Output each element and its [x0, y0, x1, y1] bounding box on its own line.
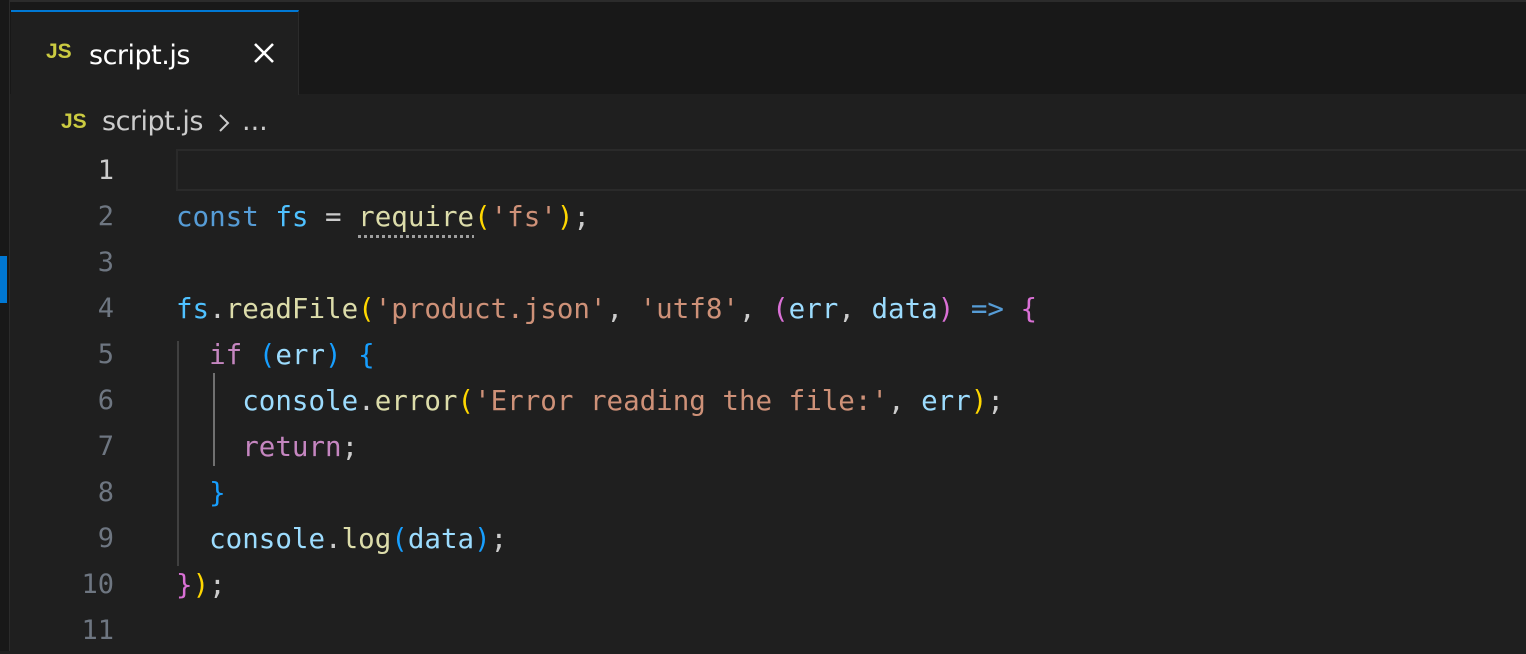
- line-number: 7: [97, 431, 114, 462]
- code-text[interactable]: fs.readFile('product.json', 'utf8', (err…: [176, 286, 1037, 332]
- breadcrumb: JS script.js ...: [0, 100, 1526, 146]
- code-line[interactable]: 5 if (err) {: [0, 332, 1526, 378]
- line-number: 11: [81, 615, 114, 646]
- code-text[interactable]: }: [176, 470, 226, 516]
- code-text[interactable]: return;: [176, 424, 358, 470]
- code-line[interactable]: 9 console.log(data);: [0, 516, 1526, 562]
- line-number: 9: [97, 523, 114, 554]
- line-number: 6: [97, 385, 114, 416]
- line-number: 3: [97, 247, 114, 278]
- code-line[interactable]: 6 console.error('Error reading the file:…: [0, 378, 1526, 424]
- code-text[interactable]: console.log(data);: [176, 516, 507, 562]
- line-number: 10: [81, 569, 114, 600]
- breadcrumb-symbols[interactable]: ...: [242, 106, 268, 137]
- line-number: 2: [97, 201, 114, 232]
- code-line[interactable]: 8 }: [0, 470, 1526, 516]
- code-line[interactable]: 4 fs.readFile('product.json', 'utf8', (e…: [0, 286, 1526, 332]
- tab-script-js[interactable]: JS script.js: [11, 10, 299, 95]
- code-text[interactable]: });: [176, 562, 226, 608]
- code-line[interactable]: 7 return;: [0, 424, 1526, 470]
- tab-label: script.js: [89, 40, 190, 71]
- code-text[interactable]: console.error('Error reading the file:',…: [176, 378, 1004, 424]
- code-line[interactable]: 1: [0, 148, 1526, 194]
- javascript-file-icon: JS: [46, 40, 72, 63]
- chevron-right-icon: [217, 112, 231, 134]
- code-editor[interactable]: 1 2 const fs = require('fs'); 3 4 fs.rea…: [0, 148, 1526, 651]
- line-number: 5: [97, 339, 114, 370]
- code-text[interactable]: const fs = require('fs');: [176, 194, 590, 240]
- code-line[interactable]: 2 const fs = require('fs');: [0, 194, 1526, 240]
- line-number: 1: [97, 155, 114, 186]
- close-icon[interactable]: [249, 38, 279, 68]
- javascript-file-icon: JS: [61, 110, 87, 133]
- code-text[interactable]: if (err) {: [176, 332, 375, 378]
- code-line[interactable]: 3: [0, 240, 1526, 286]
- line-number: 4: [97, 293, 114, 324]
- breadcrumb-file[interactable]: script.js: [102, 106, 203, 137]
- code-line[interactable]: 11: [0, 608, 1526, 654]
- code-line[interactable]: 10 });: [0, 562, 1526, 608]
- line-number: 8: [97, 477, 114, 508]
